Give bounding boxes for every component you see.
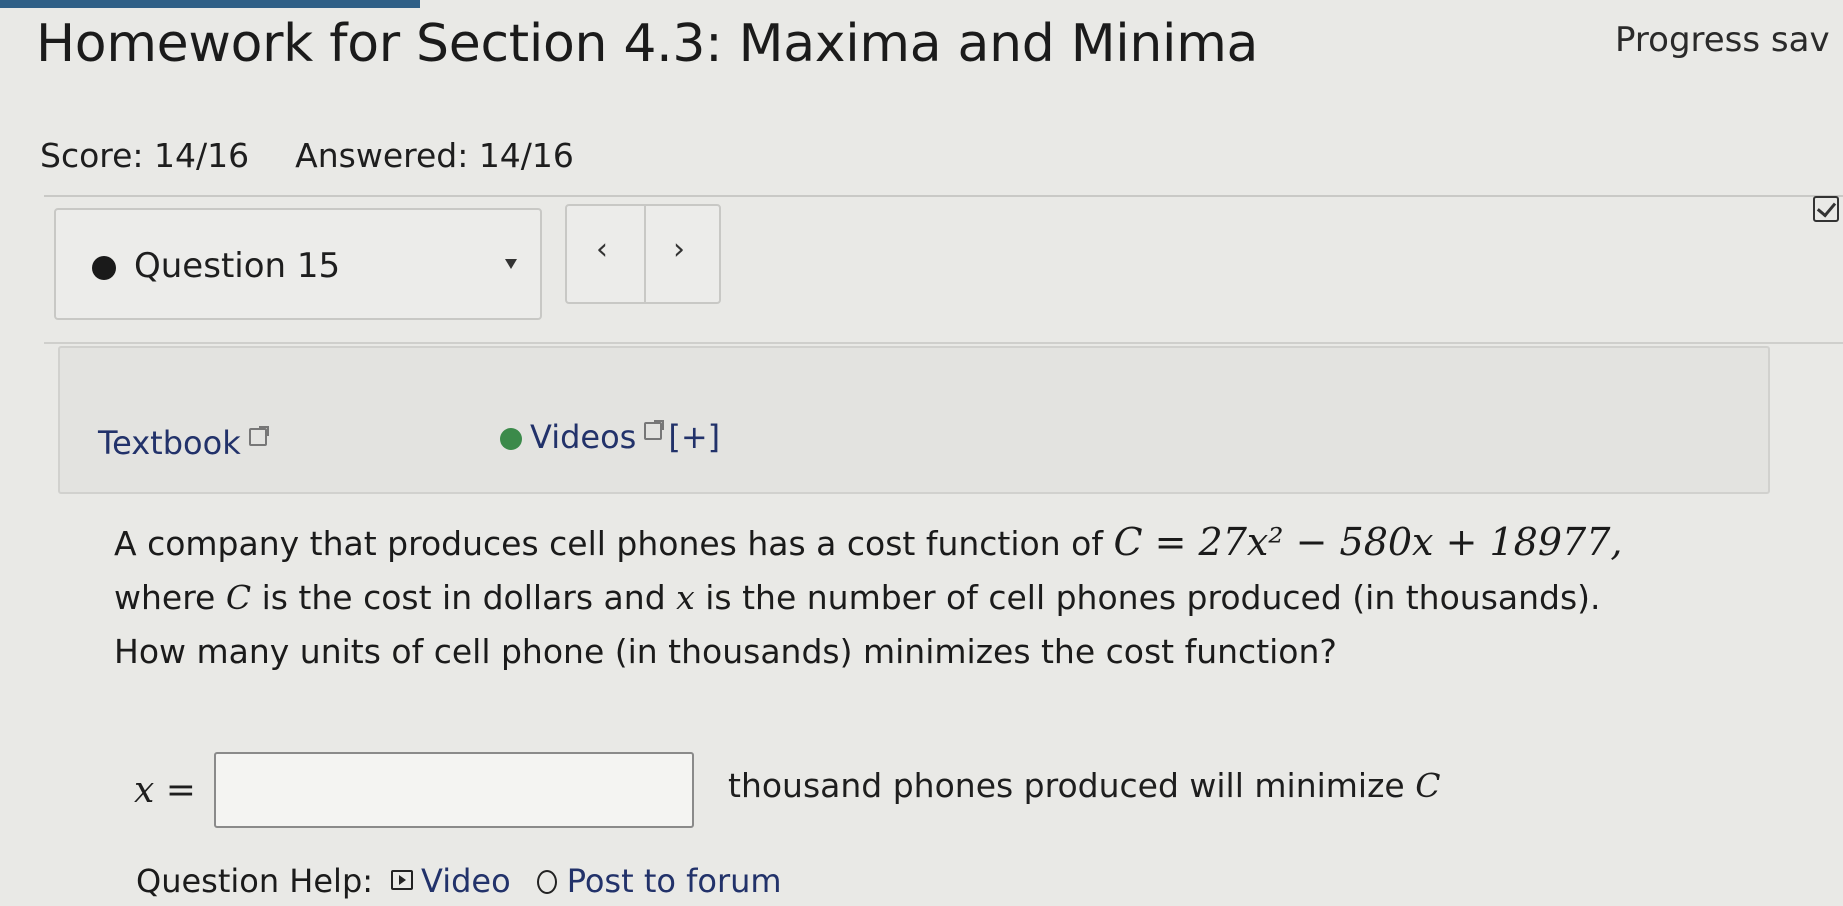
resources-panel: Textbook Videos [+] — [58, 346, 1770, 494]
variable-c: C — [225, 578, 252, 617]
variable-c: C — [1415, 766, 1441, 805]
answer-row: x = thousand phones produced will minimi… — [134, 752, 1734, 832]
checkbox-icon[interactable] — [1813, 196, 1839, 222]
cost-equation: C = 27x² − 580x + 18977, — [1113, 520, 1623, 564]
next-question-button[interactable]: › — [673, 232, 685, 267]
divider — [44, 195, 1843, 197]
problem-line-3: How many units of cell phone (in thousan… — [114, 632, 1337, 671]
answer-input[interactable] — [214, 752, 694, 828]
problem-statement: A company that produces cell phones has … — [114, 515, 1622, 679]
score-text: Score: 14/16 — [40, 136, 250, 175]
page-title: Homework for Section 4.3: Maxima and Min… — [36, 14, 1259, 74]
help-video-link[interactable]: Video — [421, 862, 511, 900]
textbook-link[interactable]: Textbook — [98, 424, 269, 462]
progress-status: Progress sav — [1615, 20, 1830, 60]
video-status-icon — [500, 428, 522, 450]
question-help: Question Help: Video Post to forum — [136, 862, 782, 900]
divider — [44, 342, 1843, 344]
videos-links: Videos [+] — [500, 418, 720, 456]
answer-suffix: thousand phones produced will minimize C — [728, 766, 1440, 805]
question-help-label: Question Help: — [136, 862, 374, 900]
question-status-dot-icon — [92, 256, 116, 280]
problem-text: A company that produces cell phones has … — [114, 524, 1114, 563]
chat-bubble-icon — [536, 870, 557, 894]
problem-text: is the number of cell phones produced (i… — [694, 578, 1601, 617]
problem-text: is the cost in dollars and — [251, 578, 677, 617]
videos-expand-button[interactable]: [+] — [668, 418, 720, 456]
video-play-icon — [391, 870, 414, 890]
textbook-link-label: Textbook — [98, 424, 241, 462]
question-selector[interactable]: Question 15 — [54, 208, 542, 320]
pager-divider — [644, 206, 646, 302]
answer-suffix-text: thousand phones produced will minimize — [728, 766, 1416, 805]
variable-x: x — [676, 578, 695, 617]
previous-question-button[interactable]: ‹ — [596, 232, 608, 267]
question-pager: ‹ › — [565, 204, 721, 304]
external-link-icon — [644, 420, 665, 440]
external-link-icon — [248, 426, 269, 446]
top-accent-bar — [0, 0, 420, 8]
answered-text: Answered: 14/16 — [295, 136, 574, 175]
problem-line-1: A company that produces cell phones has … — [114, 515, 1622, 571]
problem-text: where — [114, 578, 226, 617]
problem-line-2: where C is the cost in dollars and x is … — [114, 571, 1622, 625]
chevron-down-icon — [505, 259, 517, 269]
question-selector-label: Question 15 — [134, 246, 341, 286]
score-summary: Score: 14/16 Answered: 14/16 — [40, 136, 574, 175]
post-to-forum-link[interactable]: Post to forum — [567, 862, 782, 900]
videos-link[interactable]: Videos — [530, 418, 636, 456]
answer-lhs: x = — [134, 770, 196, 811]
